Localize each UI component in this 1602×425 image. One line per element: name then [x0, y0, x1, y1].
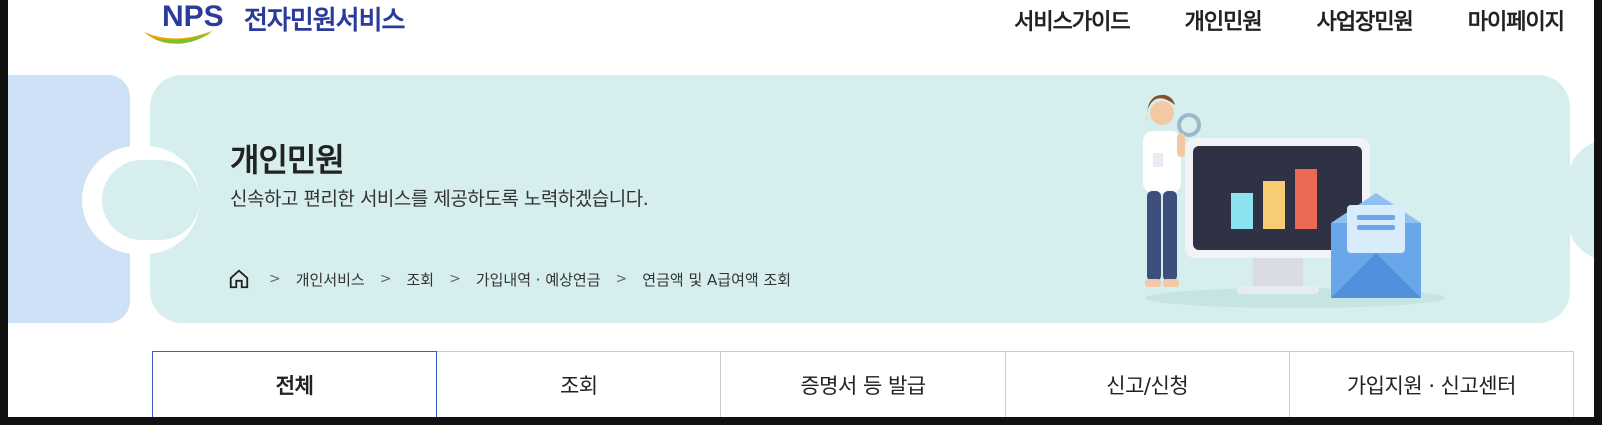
nps-logo-icon: NPS: [144, 0, 224, 44]
nav-business-civil[interactable]: 사업장민원: [1317, 4, 1414, 36]
global-nav: 서비스가이드 개인민원 사업장민원 마이페이지: [1014, 4, 1565, 36]
analytics-illustration: [1143, 94, 1445, 308]
site-logo[interactable]: NPS 전자민원서비스: [142, 0, 422, 55]
chevron-right-icon: >: [379, 271, 392, 287]
nav-mypage[interactable]: 마이페이지: [1468, 4, 1565, 36]
home-icon[interactable]: [228, 268, 250, 290]
tab-enrollment-support[interactable]: 가입지원 · 신고센터: [1290, 352, 1575, 418]
breadcrumb-item[interactable]: 개인서비스: [296, 269, 365, 290]
tab-all[interactable]: 전체: [152, 351, 438, 418]
breadcrumb-item[interactable]: 가입내역 · 예상연금: [476, 269, 601, 290]
chevron-right-icon: >: [269, 271, 281, 287]
chevron-right-icon: >: [449, 271, 461, 287]
breadcrumb-item-current[interactable]: 연금액 및 A급여액 조회: [642, 269, 791, 290]
page-subtitle: 신속하고 편리한 서비스를 제공하도록 노력하겠습니다.: [230, 188, 649, 210]
tab-certificate-issue[interactable]: 증명서 등 발급: [721, 352, 1006, 418]
breadcrumb: > 개인서비스 > 조회 > 가입내역 · 예상연금 > 연금액 및 A급여액 …: [228, 268, 791, 290]
nav-personal-civil[interactable]: 개인민원: [1185, 4, 1263, 36]
chevron-right-icon: >: [615, 271, 628, 287]
service-name: 전자민원서비스: [244, 6, 405, 36]
tab-inquiry[interactable]: 조회: [437, 352, 722, 418]
category-tabs: 전체 조회 증명서 등 발급 신고/신청 가입지원 · 신고센터: [152, 351, 1575, 418]
next-banner-edge: [1568, 140, 1602, 260]
site-header: NPS 전자민원서비스 서비스가이드 개인민원 사업장민원 마이페이지: [0, 0, 1602, 60]
breadcrumb-item[interactable]: 조회: [406, 269, 434, 290]
page-title: 개인민원: [230, 141, 345, 179]
tab-report-apply[interactable]: 신고/신청: [1006, 352, 1290, 418]
nav-service-guide[interactable]: 서비스가이드: [1014, 4, 1130, 36]
banner-notch-inner: [102, 160, 200, 240]
logo-wordmark: NPS: [162, 0, 224, 33]
